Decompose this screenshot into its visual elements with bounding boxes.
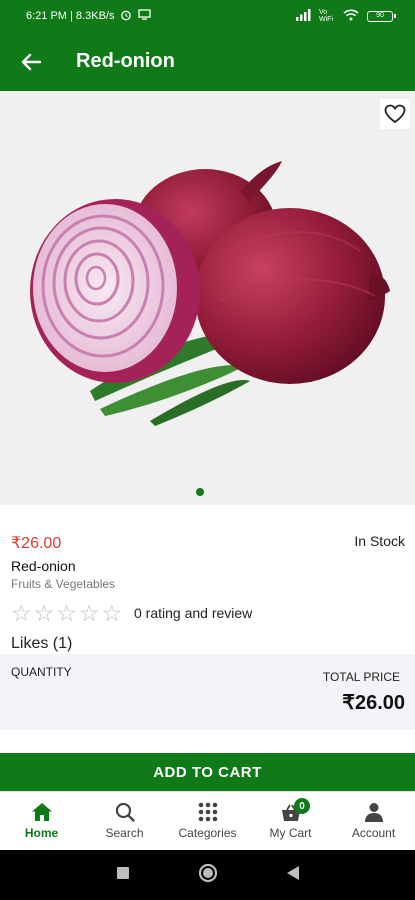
product-image [30, 161, 390, 426]
nav-label-my-cart: My Cart [269, 826, 312, 840]
cart-count-badge: 0 [294, 798, 310, 814]
total-price-label: TOTAL PRICE [322, 670, 400, 684]
search-icon [115, 802, 135, 822]
rating-review-link[interactable]: 0 rating and review [134, 605, 252, 621]
app-bar: Red-onion [0, 32, 415, 91]
triangle-back-icon [286, 865, 299, 880]
carousel-dot[interactable] [196, 488, 204, 496]
favorite-button[interactable] [380, 99, 410, 129]
recent-apps-button[interactable] [116, 866, 130, 885]
product-image-carousel[interactable] [0, 91, 415, 505]
home-system-button[interactable] [198, 863, 218, 888]
system-nav-bar [0, 850, 415, 900]
back-system-button[interactable] [286, 865, 300, 886]
back-button[interactable] [0, 32, 60, 91]
add-to-cart-button[interactable]: ADD TO CART [0, 753, 415, 791]
status-time: 6:21 PM | 8.3KB/s [26, 10, 115, 22]
quantity-label: QUANTITY [11, 665, 72, 679]
status-bar: 6:21 PM | 8.3KB/s Vo WiFi 90 [0, 0, 415, 32]
signal-icon [295, 8, 311, 24]
network-label: Vo WiFi [319, 9, 333, 23]
page-title: Red-onion [76, 50, 175, 72]
rating-stars[interactable]: ☆ ☆ ☆ ☆ ☆ [11, 601, 122, 625]
square-icon [116, 866, 129, 879]
grid-icon [198, 802, 217, 822]
person-icon [364, 803, 383, 822]
nav-item-home[interactable]: Home [0, 792, 83, 850]
star-icon[interactable]: ☆ [11, 601, 32, 625]
nav-item-search[interactable]: Search [83, 792, 166, 850]
arrow-left-icon [21, 53, 41, 70]
stock-status: In Stock [354, 533, 405, 549]
nav-item-categories[interactable]: Categories [166, 792, 249, 850]
heart-icon [384, 104, 406, 124]
nav-label-search: Search [105, 826, 144, 840]
home-icon [31, 803, 52, 821]
circle-icon [198, 863, 217, 882]
star-icon[interactable]: ☆ [56, 601, 77, 625]
monitor-icon [138, 9, 152, 23]
bottom-nav: Home Search Categories 0 My Cart Account [0, 791, 415, 850]
app-screen: 6:21 PM | 8.3KB/s Vo WiFi 90 Red-onion ₹… [0, 0, 415, 900]
product-name: Red-onion [11, 558, 76, 574]
product-category[interactable]: Fruits & Vegetables [11, 577, 115, 591]
nav-label-home: Home [24, 826, 59, 840]
wifi-icon [343, 9, 359, 24]
star-icon[interactable]: ☆ [79, 601, 100, 625]
star-icon[interactable]: ☆ [34, 601, 55, 625]
nav-label-categories: Categories [178, 826, 237, 840]
nav-item-account[interactable]: Account [332, 792, 415, 850]
quantity-panel: QUANTITY TOTAL PRICE ₹26.00 [0, 654, 415, 730]
star-icon[interactable]: ☆ [102, 601, 123, 625]
likes-count: Likes (1) [11, 635, 73, 652]
nav-label-account: Account [351, 826, 396, 840]
product-price: ₹26.00 [11, 535, 62, 552]
alarm-icon [120, 9, 132, 24]
total-price-value: ₹26.00 [342, 692, 405, 714]
battery-icon: 90 [367, 10, 396, 22]
nav-item-my-cart[interactable]: 0 My Cart [249, 792, 332, 850]
